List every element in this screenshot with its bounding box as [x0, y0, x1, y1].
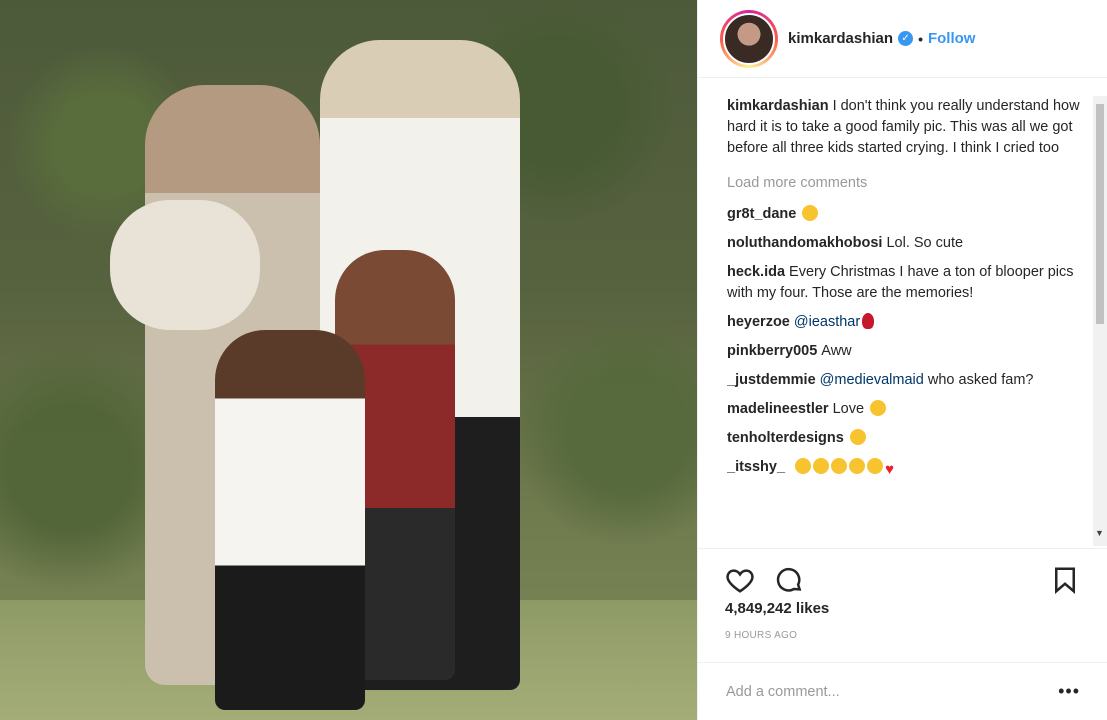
comment-username[interactable]: pinkberry005 [727, 343, 817, 359]
verified-badge-icon: ✓ [898, 31, 914, 46]
comment-item: heyerzoe @ieasthar [727, 312, 1082, 333]
comment-item: pinkberry005 Aww [727, 341, 1082, 362]
caption: kimkardashian I don't think you really un… [727, 96, 1082, 159]
comment-text: Aww [821, 343, 852, 359]
heart-eyes-emoji-icon [849, 429, 866, 445]
like-heart-icon[interactable] [725, 565, 755, 595]
laughing-emoji-icon [831, 458, 848, 474]
post-header: kimkardashian ✓ • Follow [698, 0, 1107, 78]
comment-item: heck.ida Every Christmas I have a ton of … [727, 262, 1082, 304]
photo-figure-baby [110, 200, 260, 330]
comment-username[interactable]: noluthandomakhobosi [727, 235, 882, 251]
comment-bubble-icon[interactable] [774, 565, 804, 595]
comments-scrollbar[interactable]: ▼ [1093, 96, 1107, 546]
more-options-button[interactable]: ••• [1058, 681, 1080, 702]
comment-username[interactable]: heck.ida [727, 264, 785, 280]
comment-mention[interactable]: @medievalmaid [820, 372, 924, 388]
comment-text: who asked fam? [927, 372, 1034, 388]
comment-username[interactable]: heyerzoe [727, 314, 790, 330]
avatar[interactable] [720, 9, 778, 68]
scrollbar-thumb[interactable] [1096, 104, 1104, 324]
follow-button[interactable]: Follow [928, 30, 976, 47]
comment-item: _itsshy_ ♥ [727, 457, 1082, 480]
comment-item: madelineestler Love [727, 399, 1082, 420]
post-photo[interactable] [0, 0, 697, 720]
laughing-emoji-icon [802, 205, 819, 221]
bookmark-icon[interactable] [1050, 565, 1080, 595]
instagram-post: kimkardashian ✓ • Follow kimkardashian I … [0, 0, 1107, 720]
follow-separator: • [918, 30, 923, 47]
avatar-image [723, 12, 775, 65]
comments-list[interactable]: kimkardashian I don't think you really un… [727, 96, 1082, 546]
rose-emoji-icon [862, 313, 875, 329]
comment-username[interactable]: madelineestler [727, 401, 829, 417]
red-heart-emoji-icon: ♥ [885, 461, 894, 478]
laughing-emoji-icon [795, 458, 812, 474]
add-comment-input[interactable] [726, 683, 1059, 700]
comment-username[interactable]: _itsshy_ [727, 459, 785, 475]
comment-username[interactable]: tenholterdesigns [727, 430, 844, 446]
load-more-comments-button[interactable]: Load more comments [727, 173, 1082, 194]
post-side-panel: kimkardashian ✓ • Follow kimkardashian I … [697, 0, 1107, 720]
heart-eyes-emoji-icon [849, 458, 866, 474]
comment-item: gr8t_dane [727, 204, 1082, 225]
comment-text: Love [832, 401, 865, 417]
laughing-emoji-icon [813, 458, 830, 474]
post-actions [698, 548, 1107, 608]
comment-item: noluthandomakhobosi Lol. So cute [727, 233, 1082, 254]
comment-username[interactable]: gr8t_dane [727, 206, 796, 222]
heart-eyes-emoji-icon [870, 400, 887, 416]
comment-mention[interactable]: @ieasthar [794, 314, 860, 330]
username[interactable]: kimkardashian [788, 30, 893, 47]
caption-username[interactable]: kimkardashian [727, 98, 829, 114]
scroll-down-arrow-icon[interactable]: ▼ [1095, 528, 1104, 538]
likes-count[interactable]: 4,849,242 likes [725, 600, 829, 617]
comment-item: tenholterdesigns [727, 428, 1082, 449]
comment-text: Lol. So cute [886, 235, 964, 251]
photo-figure-boy [215, 330, 365, 710]
comment-username[interactable]: _justdemmie [727, 372, 816, 388]
heart-eyes-emoji-icon [867, 458, 884, 474]
post-timestamp[interactable]: 9 HOURS AGO [725, 630, 797, 641]
comment-item: _justdemmie @medievalmaid who asked fam? [727, 370, 1082, 391]
add-comment-bar: ••• [698, 662, 1107, 720]
